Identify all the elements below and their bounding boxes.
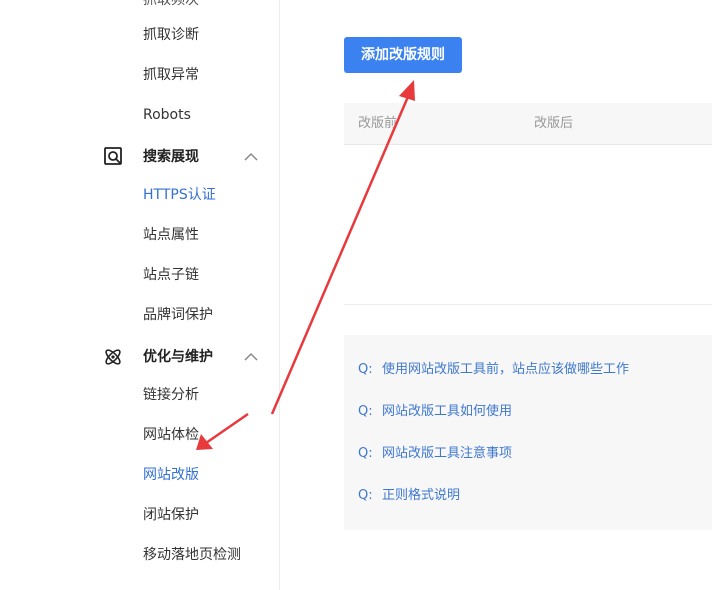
- sidebar-group-search-display[interactable]: 搜索展现: [100, 145, 265, 169]
- faq-prefix: Q:: [358, 446, 373, 461]
- faq-prefix: Q:: [358, 488, 373, 503]
- faq-prefix: Q:: [358, 362, 373, 377]
- faq-link[interactable]: Q: 正则格式说明: [358, 487, 460, 505]
- faq-text: 正则格式说明: [382, 488, 461, 503]
- sidebar-group-label: 优化与维护: [143, 349, 213, 365]
- sidebar-item-sitelinks[interactable]: 站点子链: [143, 265, 199, 285]
- column-header-before: 改版前: [358, 116, 398, 131]
- faq-link[interactable]: Q: 网站改版工具如何使用: [358, 403, 512, 421]
- rules-table-body: [344, 145, 712, 305]
- faq-text: 网站改版工具注意事项: [382, 446, 513, 461]
- sidebar-group-optimization[interactable]: 优化与维护: [100, 345, 265, 369]
- faq-text: 使用网站改版工具前，站点应该做哪些工作: [382, 362, 630, 377]
- sidebar-item-brand-protection[interactable]: 品牌词保护: [143, 305, 213, 325]
- sidebar-item-https[interactable]: HTTPS认证: [143, 185, 216, 205]
- sidebar-item-crawl-errors[interactable]: 抓取异常: [143, 65, 199, 85]
- sidebar-item-site-attributes[interactable]: 站点属性: [143, 225, 199, 245]
- column-header-after: 改版后: [534, 116, 574, 131]
- faq-text: 网站改版工具如何使用: [382, 404, 513, 419]
- faq-link[interactable]: Q: 网站改版工具注意事项: [358, 445, 512, 463]
- sidebar-item-site-checkup[interactable]: 网站体检: [143, 425, 199, 445]
- sidebar-item-crawl-diagnosis[interactable]: 抓取诊断: [143, 25, 199, 45]
- faq-prefix: Q:: [358, 404, 373, 419]
- sidebar-item-site-revision[interactable]: 网站改版: [143, 465, 199, 485]
- sidebar-item-mobile-landing-check[interactable]: 移动落地页检测: [143, 545, 241, 565]
- add-revision-rule-button[interactable]: 添加改版规则: [344, 37, 462, 73]
- sidebar-item-robots[interactable]: Robots: [143, 105, 191, 125]
- sidebar-item-site-closure[interactable]: 闭站保护: [143, 505, 199, 525]
- sidebar: 抓取频次 抓取诊断 抓取异常 Robots 搜索展现 HTTPS认证 站点属性 …: [0, 0, 280, 590]
- search-display-icon: [104, 147, 122, 165]
- sidebar-item-link-analysis[interactable]: 链接分析: [143, 385, 199, 405]
- atom-icon: [105, 349, 121, 365]
- chevron-up-icon[interactable]: [242, 349, 260, 365]
- sidebar-group-label: 搜索展现: [143, 149, 199, 165]
- rules-table-header: 改版前 改版后: [344, 103, 712, 145]
- faq-panel: Q: 使用网站改版工具前，站点应该做哪些工作 Q: 网站改版工具如何使用 Q: 网站改…: [344, 335, 712, 530]
- sidebar-item-crawl-frequency[interactable]: 抓取频次: [143, 0, 199, 10]
- main-content: 添加改版规则 改版前 改版后 Q: 使用网站改版工具前，站点应该做哪些工作 Q: 网…: [280, 0, 712, 590]
- faq-link[interactable]: Q: 使用网站改版工具前，站点应该做哪些工作: [358, 361, 629, 379]
- chevron-up-icon[interactable]: [242, 149, 260, 165]
